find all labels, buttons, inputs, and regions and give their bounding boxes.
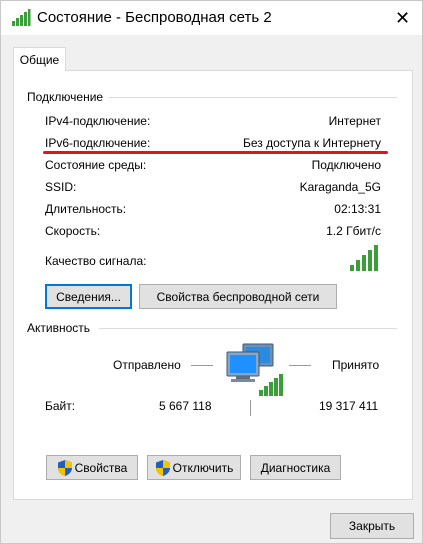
- network-computers-icon: [226, 343, 283, 396]
- speed-label: Скорость:: [45, 224, 101, 238]
- properties-button-label: Свойства: [74, 460, 128, 475]
- duration-label: Длительность:: [45, 202, 127, 216]
- sent-label: Отправлено: [113, 358, 181, 372]
- details-button-label: Сведения...: [56, 289, 121, 304]
- details-button[interactable]: Сведения...: [45, 284, 132, 309]
- media-state-label: Состояние среды:: [45, 158, 147, 172]
- media-state-value: Подключено: [311, 158, 381, 172]
- close-button-label: Закрыть: [348, 519, 396, 533]
- activity-group-title: Активность: [27, 321, 95, 335]
- signal-bar: [350, 265, 354, 271]
- sent-connector: [191, 365, 213, 366]
- diagnose-button-label: Диагностика: [260, 460, 331, 475]
- received-connector: [289, 365, 311, 366]
- bytes-received-value: 19 317 411: [319, 399, 379, 413]
- properties-button[interactable]: Свойства: [46, 455, 138, 480]
- close-icon: ✕: [394, 7, 411, 28]
- tab-general[interactable]: Общие: [13, 47, 66, 71]
- ipv6-label: IPv6-подключение:: [45, 136, 151, 150]
- duration-value: 02:13:31: [334, 202, 381, 216]
- signal-bar: [374, 245, 378, 271]
- uac-shield-icon: [155, 459, 170, 476]
- diagnose-button[interactable]: Диагностика: [250, 455, 341, 480]
- highlight-underline: [43, 151, 388, 154]
- activity-divider: [250, 400, 251, 416]
- signal-bar: [362, 255, 366, 271]
- signal-bar: [356, 260, 360, 271]
- wireless-signal-icon: [12, 9, 31, 26]
- close-button[interactable]: Закрыть: [330, 513, 414, 539]
- signal-bar: [368, 250, 372, 271]
- title-close-button[interactable]: ✕: [383, 1, 422, 35]
- ipv4-label: IPv4-подключение:: [45, 114, 151, 128]
- ssid-value: Karaganda_5G: [299, 180, 381, 194]
- speed-value: 1.2 Гбит/с: [326, 224, 381, 238]
- connection-group-title: Подключение: [27, 90, 108, 104]
- bytes-label: Байт:: [45, 399, 76, 413]
- signal-strength-icon: [350, 245, 378, 271]
- ipv6-value: Без доступа к Интернету: [242, 136, 381, 150]
- received-label: Принято: [332, 358, 380, 372]
- ipv4-value: Интернет: [328, 114, 381, 128]
- ssid-label: SSID:: [45, 180, 77, 194]
- uac-shield-icon: [57, 459, 72, 476]
- connection-group-line: [109, 97, 397, 98]
- disable-button[interactable]: Отключить: [147, 455, 241, 480]
- signal-quality-label: Качество сигнала:: [45, 254, 147, 268]
- activity-group-line: [99, 328, 397, 329]
- tab-general-label: Общие: [19, 52, 60, 67]
- title-bar: Состояние - Беспроводная сеть 2 ✕: [1, 1, 422, 35]
- status-window: Состояние - Беспроводная сеть 2 ✕ Общие …: [0, 0, 423, 544]
- window-title: Состояние - Беспроводная сеть 2: [37, 9, 272, 26]
- wireless-properties-label: Свойства беспроводной сети: [156, 289, 320, 304]
- disable-button-label: Отключить: [172, 460, 234, 475]
- bytes-sent-value: 5 667 118: [159, 399, 212, 413]
- wireless-properties-button[interactable]: Свойства беспроводной сети: [139, 284, 337, 309]
